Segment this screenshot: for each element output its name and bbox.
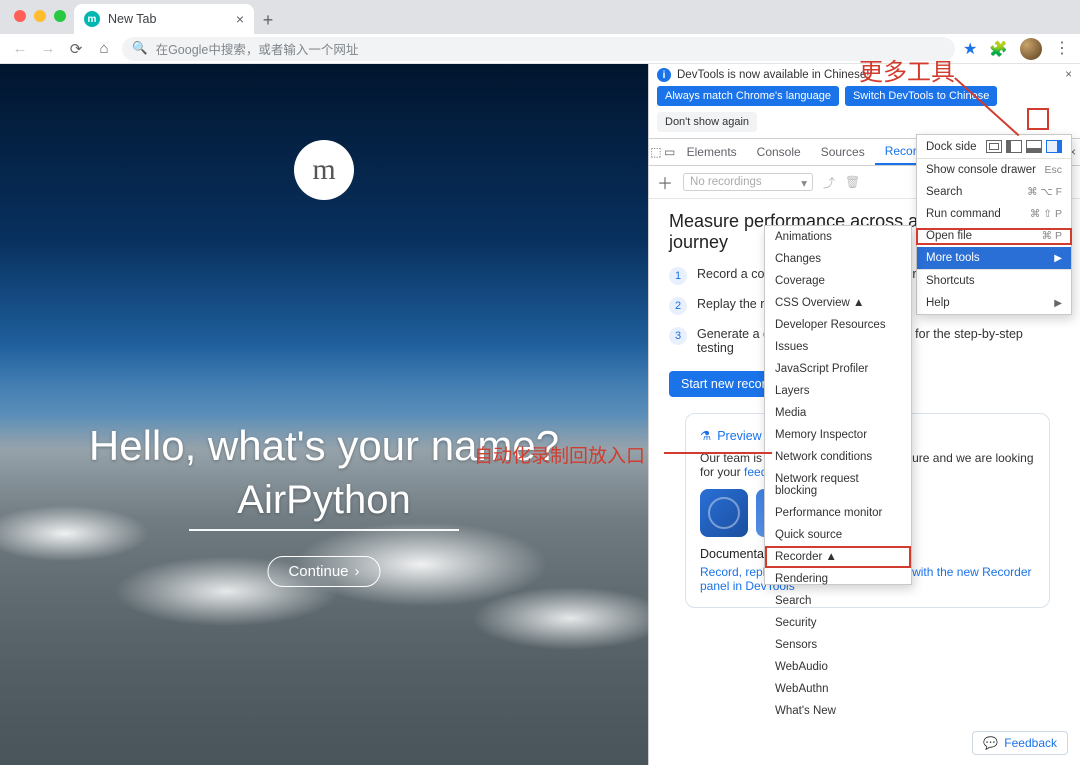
- continue-label: Continue: [288, 563, 348, 580]
- banner-close-icon[interactable]: ×: [1065, 69, 1072, 81]
- submenu-item-webaudio[interactable]: WebAudio: [765, 656, 911, 678]
- new-tab-button[interactable]: +: [254, 6, 282, 34]
- greeting-text: Hello, what's your name?: [0, 422, 648, 470]
- home-icon[interactable]: ⌂: [94, 39, 114, 59]
- export-icon[interactable]: ⤴: [823, 174, 835, 191]
- bookmark-star-icon[interactable]: ★: [963, 39, 977, 59]
- submenu-item-network-request-blocking[interactable]: Network request blocking: [765, 468, 911, 502]
- tab-close-icon[interactable]: ×: [236, 11, 244, 27]
- menu-dock-side[interactable]: Dock side: [917, 135, 1071, 158]
- reload-icon[interactable]: ⟳: [66, 39, 86, 59]
- browser-tab[interactable]: m New Tab ×: [74, 4, 254, 34]
- menu-run-command[interactable]: Run command⌘ ⇧ P: [917, 203, 1071, 225]
- omnibox-placeholder: 在Google中搜索，或者输入一个网址: [156, 39, 359, 58]
- submenu-item-coverage[interactable]: Coverage: [765, 270, 911, 292]
- devtools-main-menu: Dock side Show console drawerEsc Search⌘…: [916, 134, 1072, 315]
- match-language-button[interactable]: Always match Chrome's language: [657, 86, 839, 106]
- submenu-item-javascript-profiler[interactable]: JavaScript Profiler: [765, 358, 911, 380]
- menu-more-tools[interactable]: More tools▶: [917, 247, 1071, 269]
- tab-sources[interactable]: Sources: [811, 139, 875, 165]
- tab-elements[interactable]: Elements: [677, 139, 747, 165]
- chrome-menu-icon[interactable]: ⋮: [1054, 41, 1070, 57]
- info-icon: i: [657, 68, 671, 82]
- device-toggle-icon[interactable]: ▭: [663, 145, 677, 159]
- submenu-item-media[interactable]: Media: [765, 402, 911, 424]
- submenu-item-security[interactable]: Security: [765, 612, 911, 634]
- flask-icon: ⚗: [700, 428, 711, 443]
- submenu-item-memory-inspector[interactable]: Memory Inspector: [765, 424, 911, 446]
- submenu-item-developer-resources[interactable]: Developer Resources: [765, 314, 911, 336]
- devtools-language-banner: i DevTools is now available in Chinese! …: [649, 64, 1080, 86]
- site-logo: m: [294, 140, 354, 200]
- feedback-button[interactable]: 💬 Feedback: [972, 731, 1068, 755]
- recording-select[interactable]: No recordings: [683, 173, 813, 191]
- address-bar[interactable]: 🔍 在Google中搜索，或者输入一个网址: [122, 37, 955, 61]
- browser-titlebar: m New Tab × +: [0, 0, 1080, 34]
- fullscreen-window-icon[interactable]: [54, 10, 66, 22]
- menu-help[interactable]: Help▶: [917, 292, 1071, 314]
- more-tools-submenu: AnimationsChangesCoverageCSS Overview ▲D…: [764, 225, 912, 585]
- minimize-window-icon[interactable]: [34, 10, 46, 22]
- name-input[interactable]: AirPython: [189, 478, 459, 531]
- menu-show-console-drawer[interactable]: Show console drawerEsc: [917, 158, 1071, 181]
- submenu-item-css-overview[interactable]: CSS Overview ▲: [765, 292, 911, 314]
- tab-title: New Tab: [108, 12, 156, 26]
- chevron-right-icon: ▶: [1054, 298, 1062, 309]
- page-viewport: m Hello, what's your name? AirPython Con…: [0, 64, 648, 765]
- window-controls: [8, 10, 74, 34]
- tab-console[interactable]: Console: [747, 139, 811, 165]
- thumbnail-icon: [700, 489, 748, 537]
- back-icon[interactable]: ←: [10, 39, 30, 59]
- profile-avatar[interactable]: [1020, 38, 1042, 60]
- banner-text: DevTools is now available in Chinese!: [677, 69, 869, 81]
- submenu-item-quick-source[interactable]: Quick source: [765, 524, 911, 546]
- submenu-item-animations[interactable]: Animations: [765, 226, 911, 248]
- submenu-item-performance-monitor[interactable]: Performance monitor: [765, 502, 911, 524]
- continue-button[interactable]: Continue ›: [267, 556, 380, 587]
- submenu-item-sensors[interactable]: Sensors: [765, 634, 911, 656]
- tab-favicon: m: [84, 11, 100, 27]
- close-window-icon[interactable]: [14, 10, 26, 22]
- dock-bottom-icon[interactable]: [1026, 140, 1042, 153]
- dock-undock-icon[interactable]: [986, 140, 1002, 153]
- dock-right-icon[interactable]: [1046, 140, 1062, 153]
- dock-left-icon[interactable]: [1006, 140, 1022, 153]
- delete-icon[interactable]: 🗑: [845, 175, 860, 189]
- search-icon: 🔍: [132, 41, 148, 56]
- browser-toolbar: ← → ⟳ ⌂ 🔍 在Google中搜索，或者输入一个网址 ★ 🧩 ⋮: [0, 34, 1080, 64]
- annotation-line-icon: [664, 452, 772, 454]
- chevron-right-icon: ▶: [1054, 253, 1062, 264]
- extensions-icon[interactable]: 🧩: [989, 40, 1008, 58]
- submenu-item-search[interactable]: Search: [765, 590, 911, 612]
- chat-icon: 💬: [983, 736, 998, 750]
- submenu-item-layers[interactable]: Layers: [765, 380, 911, 402]
- add-recording-icon[interactable]: ＋: [657, 170, 673, 194]
- submenu-item-issues[interactable]: Issues: [765, 336, 911, 358]
- submenu-item-what-s-new[interactable]: What's New: [765, 700, 911, 722]
- submenu-item-recorder[interactable]: Recorder ▲: [765, 546, 911, 568]
- submenu-item-webauthn[interactable]: WebAuthn: [765, 678, 911, 700]
- submenu-item-rendering[interactable]: Rendering: [765, 568, 911, 590]
- chevron-right-icon: ›: [355, 563, 360, 580]
- submenu-item-changes[interactable]: Changes: [765, 248, 911, 270]
- dismiss-language-button[interactable]: Don't show again: [657, 112, 757, 132]
- menu-open-file[interactable]: Open file⌘ P: [917, 225, 1071, 247]
- menu-shortcuts[interactable]: Shortcuts: [917, 269, 1071, 292]
- forward-icon[interactable]: →: [38, 39, 58, 59]
- inspect-icon[interactable]: ⬚: [649, 145, 663, 159]
- submenu-item-network-conditions[interactable]: Network conditions: [765, 446, 911, 468]
- menu-search[interactable]: Search⌘ ⌥ F: [917, 181, 1071, 203]
